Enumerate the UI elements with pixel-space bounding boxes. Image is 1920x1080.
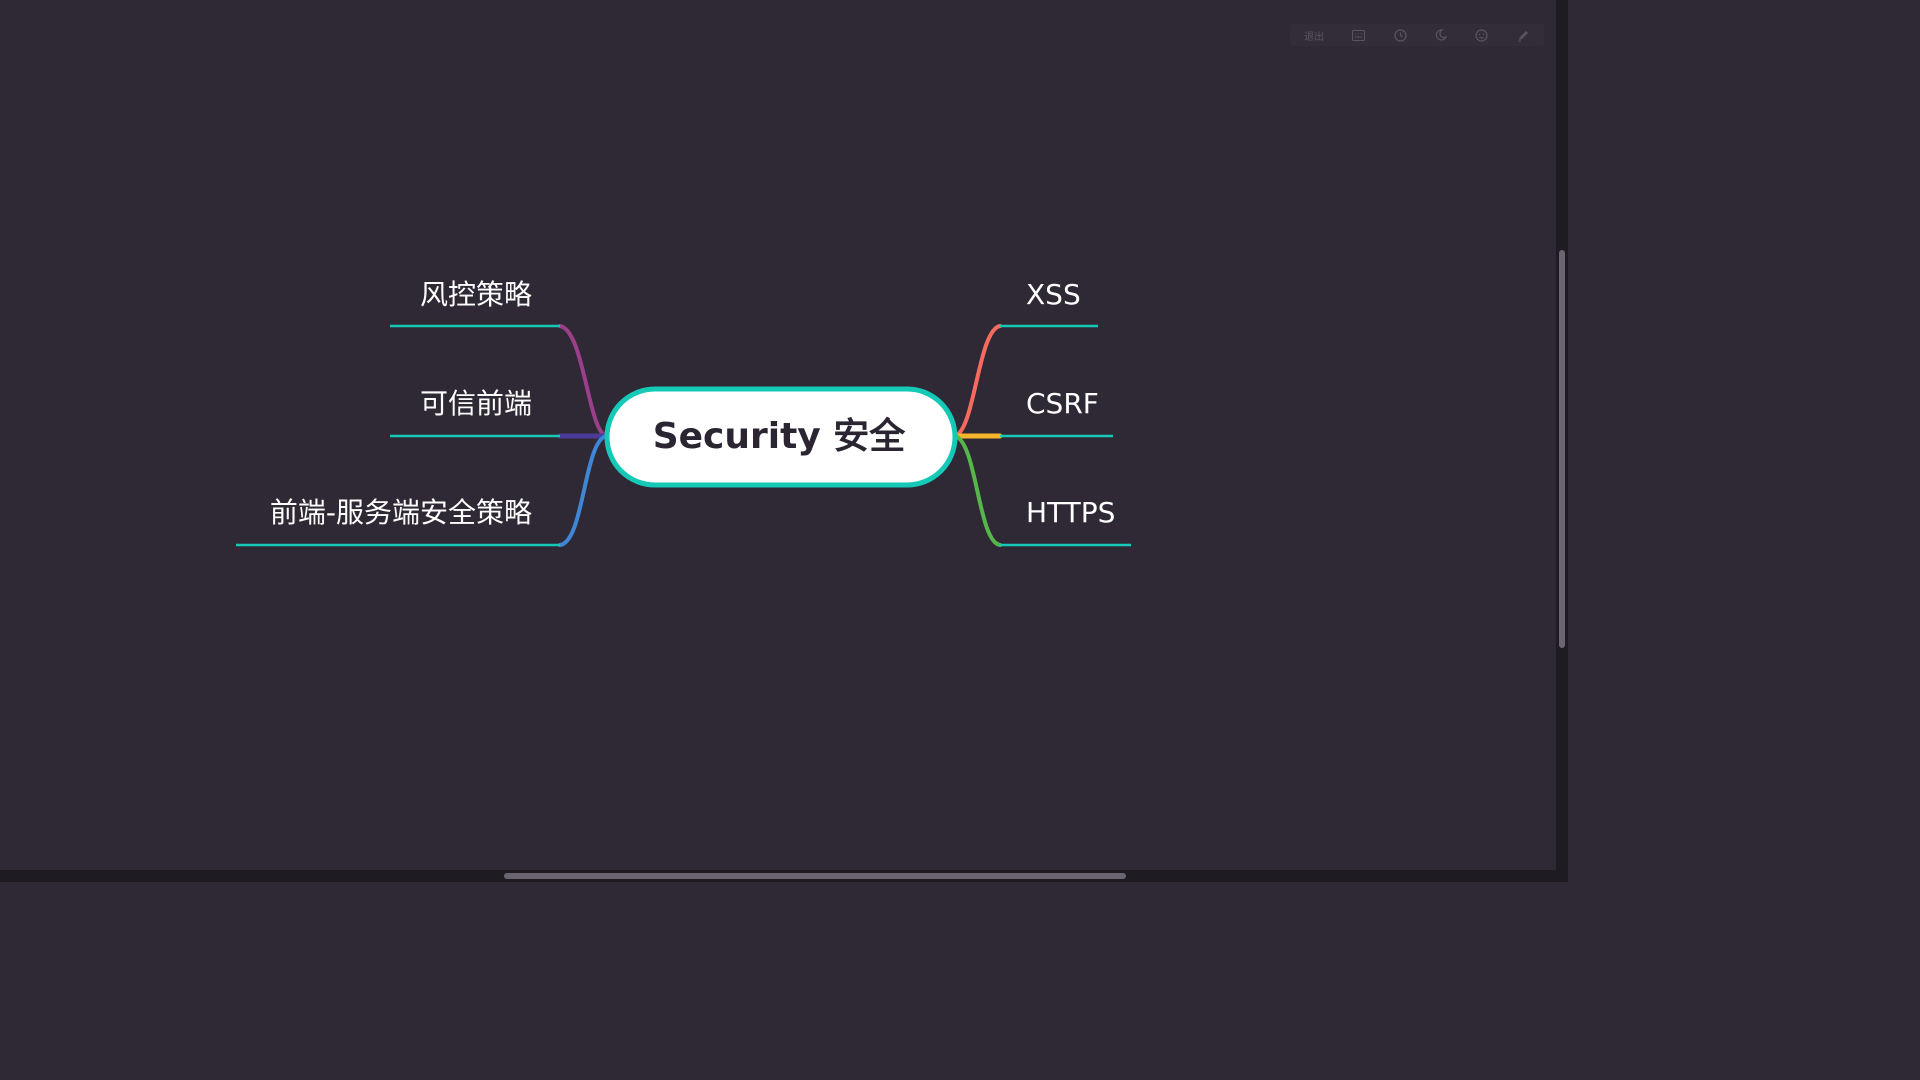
connector-left-1: [558, 324, 608, 438]
connector-right-1: [953, 324, 1002, 438]
mindmap-canvas[interactable]: 退出 Security 安全 风控策略 可信前端 前端-服务端安全策略 XSS …: [0, 0, 1568, 882]
vertical-scrollbar-thumb[interactable]: [1559, 250, 1565, 648]
branch-label-frontend-server-security[interactable]: 前端-服务端安全策略: [270, 496, 532, 529]
branch-label-xss[interactable]: XSS: [1026, 278, 1081, 311]
central-node-label: Security 安全: [653, 415, 907, 457]
mindmap-diagram: Security 安全 风控策略 可信前端 前端-服务端安全策略 XSS CSR…: [236, 278, 1131, 547]
branch-label-https[interactable]: HTTPS: [1026, 496, 1115, 529]
branch-label-csrf[interactable]: CSRF: [1026, 387, 1099, 420]
connector-left-3: [558, 434, 608, 547]
branch-label-trusted-frontend[interactable]: 可信前端: [420, 387, 532, 420]
connector-right-3: [953, 434, 1002, 547]
horizontal-scrollbar-thumb[interactable]: [504, 873, 1126, 879]
branch-label-risk-control[interactable]: 风控策略: [420, 278, 532, 311]
